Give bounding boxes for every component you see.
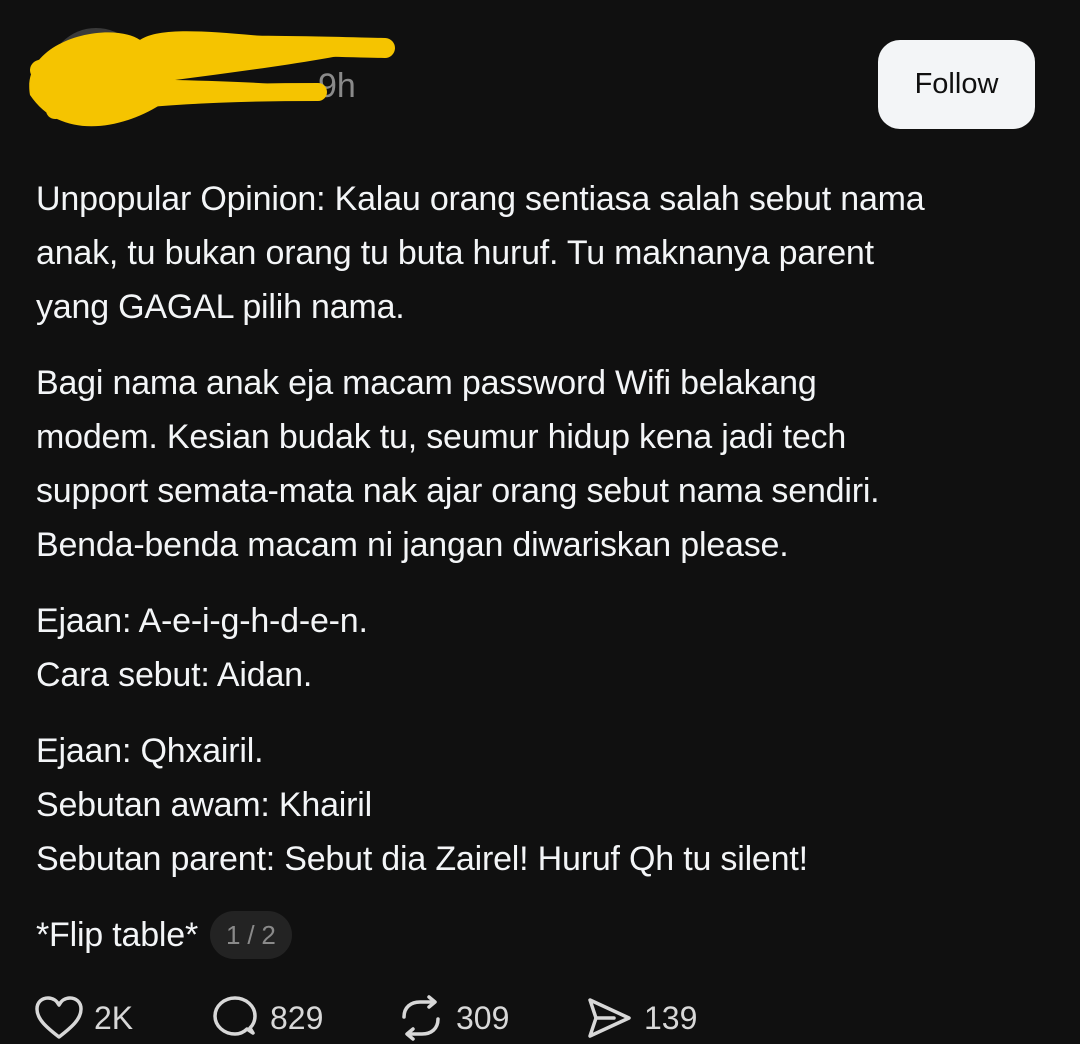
post-line: support semata-mata nak ajar orang sebut… <box>36 472 880 510</box>
post-body: Unpopular Opinion: Kalau orang sentiasa … <box>36 172 1046 984</box>
send-icon <box>588 998 631 1038</box>
post-header: 9h Follow <box>0 0 1080 150</box>
like-button[interactable]: 2K <box>34 995 210 1041</box>
share-button[interactable]: 139 <box>584 995 734 1041</box>
post-paragraph: Unpopular Opinion: Kalau orang sentiasa … <box>36 172 1046 334</box>
post-line: Ejaan: Qhxairil. <box>36 732 264 770</box>
post-line: Sebutan awam: Khairil <box>36 786 372 824</box>
heart-icon <box>35 996 83 1039</box>
post-line: anak, tu bukan orang tu buta huruf. Tu m… <box>36 234 874 272</box>
post-paragraph: *Flip table* 1 / 2 <box>36 908 1046 962</box>
share-count: 139 <box>644 999 698 1036</box>
repost-count: 309 <box>456 999 510 1036</box>
post-line: Cara sebut: Aidan. <box>36 656 313 694</box>
post-line: Sebutan parent: Sebut dia Zairel! Huruf … <box>36 840 808 878</box>
post-line: Unpopular Opinion: Kalau orang sentiasa … <box>36 180 925 218</box>
post-paragraph: Ejaan: Qhxairil. Sebutan awam: Khairil S… <box>36 724 1046 886</box>
post-line: Bagi nama anak eja macam password Wifi b… <box>36 364 817 402</box>
post-line: modem. Kesian budak tu, seumur hidup ken… <box>36 418 847 456</box>
speech-bubble-icon <box>213 996 257 1036</box>
redaction-scribble <box>29 31 395 127</box>
repost-icon <box>402 995 440 1041</box>
post-paragraph: Bagi nama anak eja macam password Wifi b… <box>36 356 1046 572</box>
repost-button[interactable]: 309 <box>396 995 584 1041</box>
post-actions: 2K 829 309 139 <box>34 992 734 1044</box>
follow-button[interactable]: Follow <box>878 40 1035 129</box>
reply-count: 829 <box>270 999 324 1036</box>
post-line: Ejaan: A-e-i-g-h-d-e-n. <box>36 602 368 640</box>
post-line: yang GAGAL pilih nama. <box>36 288 405 326</box>
post-line: Benda-benda macam ni jangan diwariskan p… <box>36 526 789 564</box>
page-indicator[interactable]: 1 / 2 <box>210 911 292 959</box>
post-line: *Flip table* <box>36 916 199 954</box>
post-paragraph: Ejaan: A-e-i-g-h-d-e-n. Cara sebut: Aida… <box>36 594 1046 702</box>
like-count: 2K <box>94 999 134 1036</box>
reply-button[interactable]: 829 <box>210 995 396 1041</box>
